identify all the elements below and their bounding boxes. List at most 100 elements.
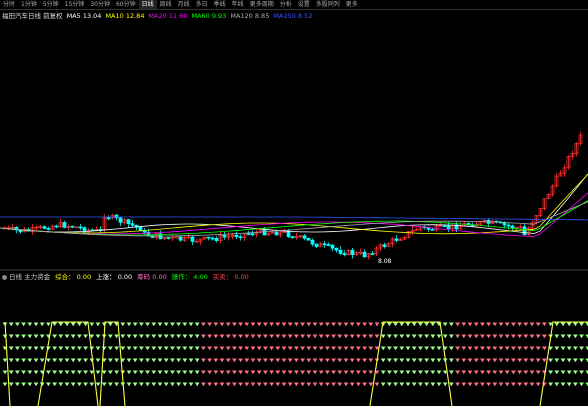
signal-dot bbox=[170, 346, 175, 351]
signal-dot bbox=[70, 370, 76, 375]
signal-dot bbox=[300, 322, 305, 327]
signal-dot bbox=[356, 346, 361, 351]
signal-dot bbox=[411, 370, 417, 375]
signal-dot bbox=[225, 382, 231, 387]
signal-dot bbox=[511, 334, 516, 339]
signal-dot bbox=[176, 382, 181, 387]
signal-dot bbox=[70, 334, 76, 339]
signal-dot bbox=[573, 358, 578, 363]
signal-dot bbox=[108, 358, 113, 363]
signal-dot bbox=[263, 322, 268, 327]
signal-dot bbox=[318, 334, 324, 339]
sub-chart-legend: 日线 主力资金 综合： 0.00 上涨： 0.00 筹码 0.00 操作： 4.00 买… bbox=[2, 272, 249, 282]
signal-dot bbox=[504, 370, 510, 375]
signal-dot bbox=[163, 370, 169, 375]
signal-dot bbox=[498, 358, 504, 363]
candle-body bbox=[274, 231, 279, 236]
signal-dot bbox=[325, 382, 330, 387]
signal-dot bbox=[219, 346, 225, 351]
signal-dot bbox=[52, 358, 57, 363]
signal-dot bbox=[145, 322, 150, 327]
signal-dot bbox=[8, 370, 14, 375]
signal-dot bbox=[39, 358, 45, 363]
signal-dot bbox=[201, 358, 206, 363]
candle-body bbox=[510, 225, 515, 229]
candle-body bbox=[430, 229, 435, 231]
signal-dot bbox=[424, 334, 429, 339]
indicator-legend-item: 筹码 0.00 bbox=[137, 273, 167, 281]
signal-dot bbox=[517, 382, 522, 387]
signal-dot bbox=[343, 382, 349, 387]
signal-dot bbox=[573, 334, 578, 339]
signal-dot bbox=[455, 358, 460, 363]
signal-dot bbox=[337, 334, 343, 339]
signal-dot bbox=[39, 322, 45, 327]
signal-dot bbox=[250, 370, 256, 375]
signal-dot bbox=[163, 334, 169, 339]
signal-dot bbox=[70, 322, 76, 327]
signal-dot bbox=[33, 322, 39, 327]
signal-dot bbox=[21, 346, 26, 351]
signal-dot bbox=[343, 322, 349, 327]
signal-dot bbox=[151, 370, 157, 375]
candle-body bbox=[302, 235, 307, 239]
signal-dot bbox=[535, 370, 541, 375]
signal-dot bbox=[256, 358, 262, 363]
candle-body bbox=[522, 226, 527, 236]
signal-dot bbox=[405, 322, 411, 327]
signal-dot bbox=[517, 358, 522, 363]
signal-dot bbox=[46, 382, 51, 387]
signal-dot bbox=[281, 358, 287, 363]
signal-dot bbox=[132, 358, 138, 363]
signal-dot bbox=[207, 382, 212, 387]
candle-body bbox=[138, 226, 143, 232]
signal-dot bbox=[442, 334, 448, 339]
signal-dot bbox=[566, 370, 572, 375]
indicator-legend-item: 操作： 4.00 bbox=[171, 273, 208, 281]
signal-dot bbox=[194, 346, 200, 351]
signal-dot bbox=[77, 346, 82, 351]
signal-dot bbox=[139, 370, 144, 375]
signal-dot bbox=[325, 334, 330, 339]
signal-dot bbox=[461, 358, 467, 363]
signal-dot bbox=[424, 358, 429, 363]
signal-dot bbox=[517, 334, 522, 339]
signal-dot bbox=[27, 382, 33, 387]
signal-dot bbox=[486, 322, 491, 327]
signal-dot bbox=[542, 358, 547, 363]
candle-body bbox=[262, 229, 267, 236]
signal-dot bbox=[511, 370, 516, 375]
signal-dot bbox=[312, 358, 318, 363]
signal-dot bbox=[207, 370, 212, 375]
signal-dot bbox=[2, 382, 8, 387]
signal-dot bbox=[380, 370, 386, 375]
candle-body bbox=[506, 224, 511, 227]
signal-dot bbox=[256, 382, 262, 387]
signal-dot bbox=[213, 358, 219, 363]
signal-dot bbox=[15, 382, 20, 387]
signal-dot bbox=[529, 358, 535, 363]
signal-dot bbox=[542, 334, 547, 339]
signal-dot bbox=[566, 334, 572, 339]
signal-dot bbox=[287, 346, 293, 351]
signal-dot bbox=[182, 382, 188, 387]
signal-dot bbox=[436, 358, 442, 363]
signal-dot bbox=[430, 382, 436, 387]
candle-body bbox=[70, 225, 75, 228]
signal-dot bbox=[151, 334, 157, 339]
signal-dot bbox=[213, 322, 219, 327]
signal-dot bbox=[325, 322, 330, 327]
signal-dot bbox=[64, 334, 70, 339]
indicator-dot-icon bbox=[2, 274, 7, 280]
signal-dot bbox=[145, 346, 150, 351]
signal-dot bbox=[331, 382, 336, 387]
signal-dot bbox=[331, 358, 336, 363]
signal-dot bbox=[331, 346, 336, 351]
signal-dot bbox=[52, 346, 57, 351]
signal-dot bbox=[306, 322, 312, 327]
signal-dot bbox=[89, 382, 95, 387]
signal-dot bbox=[343, 346, 349, 351]
signal-dot bbox=[188, 370, 194, 375]
signal-dot bbox=[480, 382, 485, 387]
signal-dot bbox=[33, 370, 39, 375]
